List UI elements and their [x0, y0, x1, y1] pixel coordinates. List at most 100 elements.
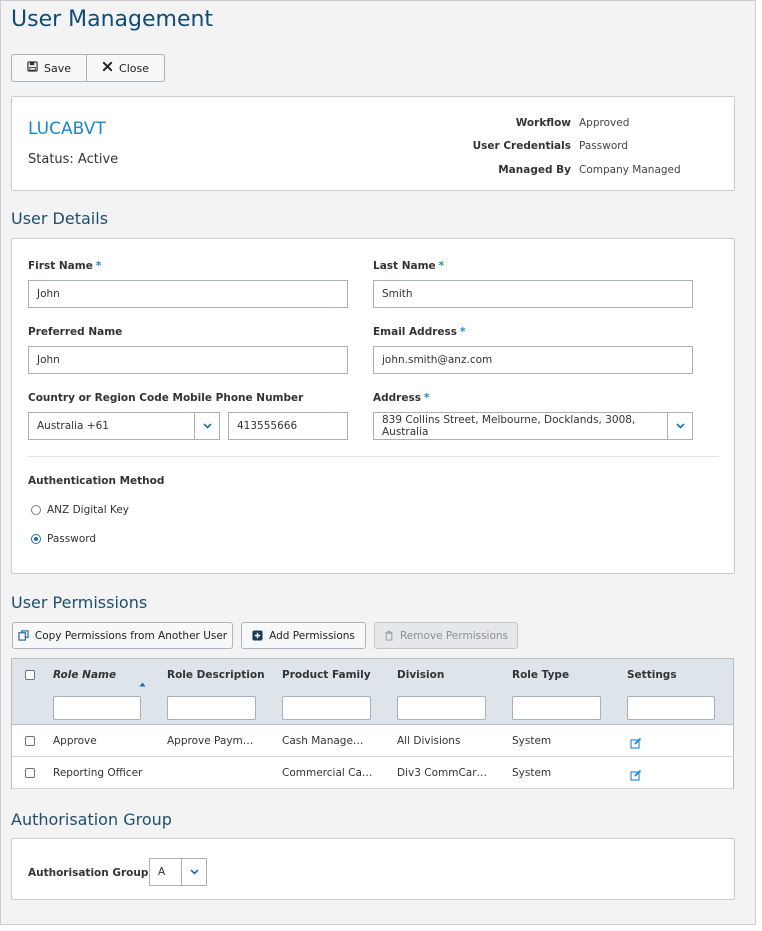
toolbar: Save Close [11, 54, 165, 82]
last-name-label-text: Last Name [373, 260, 436, 272]
cell-role-name: Reporting Officer [53, 767, 143, 779]
filter-role-name[interactable] [53, 696, 141, 720]
page-title: User Management [11, 7, 214, 32]
address-label-text: Address [373, 392, 421, 404]
cell-division: Div3 CommCar… [397, 767, 488, 779]
table-row[interactable]: Approve Approve Paym… Cash Manage… All D… [12, 725, 733, 757]
meta-user-credentials: User Credentials Password [394, 140, 714, 152]
row-checkbox[interactable] [25, 736, 35, 746]
radio-button[interactable] [31, 505, 41, 515]
auth-option-label: Password [47, 533, 97, 545]
required-marker: * [438, 260, 445, 272]
address-value: 839 Collins Street, Melbourne, Docklands… [382, 414, 636, 438]
last-name-label: Last Name * [373, 260, 444, 272]
chevron-down-icon [189, 869, 199, 875]
chevron-down-icon [202, 423, 212, 429]
email-label: Email Address * [373, 326, 466, 338]
authorisation-group-title: Authorisation Group [11, 810, 172, 829]
edit-icon[interactable] [630, 734, 642, 753]
auth-option-anz-digital-key[interactable]: ANZ Digital Key [31, 504, 129, 516]
column-header-product-family[interactable]: Product Family [282, 669, 371, 681]
authorisation-group-value: A [158, 866, 166, 878]
cell-role-type: System [512, 767, 552, 779]
user-id: LUCABVT [28, 119, 106, 139]
meta-value: Approved [579, 117, 630, 129]
first-name-label-text: First Name [28, 260, 93, 272]
cell-product-family: Cash Manage… [282, 735, 364, 747]
country-code-select[interactable]: Australia +61 [28, 412, 220, 440]
save-button[interactable]: Save [12, 55, 86, 81]
required-marker: * [460, 326, 466, 338]
permissions-grid: Role Name Role Description Product Famil… [11, 658, 734, 789]
filter-role-description[interactable] [167, 696, 256, 720]
first-name-field[interactable]: John [28, 280, 348, 308]
auth-option-password[interactable]: Password [31, 533, 96, 545]
authorisation-group-dropdown-button[interactable] [181, 859, 206, 885]
authorisation-group-select[interactable]: A [149, 858, 207, 886]
page: User Management Save Close LUCABVT Statu… [0, 0, 756, 925]
save-icon [27, 61, 38, 75]
cell-role-description: Approve Paym… [167, 735, 254, 747]
details-divider [28, 456, 718, 457]
filter-product-family[interactable] [282, 696, 371, 720]
user-status: Status: Active [28, 152, 119, 167]
filter-settings[interactable] [627, 696, 715, 720]
meta-value: Company Managed [579, 164, 681, 176]
radio-button-selected[interactable] [31, 534, 41, 544]
copy-permissions-label: Copy Permissions from Another User [34, 629, 228, 642]
meta-value: Password [579, 140, 629, 152]
preferred-name-label: Preferred Name [28, 326, 123, 338]
remove-permissions-button[interactable]: Remove Permissions [374, 622, 518, 649]
address-select[interactable]: 839 Collins Street, Melbourne, Docklands… [373, 412, 693, 440]
user-summary-card: LUCABVT Status: Active Workflow Approved… [11, 96, 735, 191]
required-marker: * [423, 392, 430, 404]
add-permissions-label: Add Permissions [269, 629, 355, 642]
column-header-role-type[interactable]: Role Type [512, 669, 569, 681]
email-label-text: Email Address [373, 326, 458, 338]
auth-method-label: Authentication Method [28, 475, 165, 487]
select-all-checkbox[interactable] [25, 670, 35, 680]
column-header-division[interactable]: Division [397, 669, 444, 681]
sort-ascending-icon[interactable] [139, 672, 146, 691]
save-button-label: Save [44, 61, 72, 75]
plus-square-icon [252, 630, 263, 641]
column-header-role-name[interactable]: Role Name [53, 669, 116, 681]
cell-division: All Divisions [397, 735, 461, 747]
meta-workflow: Workflow Approved [394, 117, 714, 129]
user-details-title: User Details [11, 209, 109, 228]
remove-permissions-label: Remove Permissions [399, 629, 509, 642]
last-name-field[interactable]: Smith [373, 280, 693, 308]
user-details-card: First Name * John Last Name * Smith Prefer… [11, 238, 735, 574]
column-header-role-description[interactable]: Role Description [167, 669, 265, 681]
first-name-label: First Name * [28, 260, 101, 272]
address-dropdown-button[interactable] [667, 413, 692, 439]
close-button[interactable]: Close [86, 55, 164, 81]
preferred-name-field[interactable]: John [28, 346, 348, 374]
filter-role-type[interactable] [512, 696, 601, 720]
country-code-value: Australia +61 [37, 420, 109, 432]
email-field[interactable]: john.smith@anz.com [373, 346, 693, 374]
filter-division[interactable] [397, 696, 486, 720]
auth-option-label: ANZ Digital Key [47, 504, 129, 516]
close-icon [102, 61, 113, 75]
address-label: Address * [373, 392, 429, 404]
meta-label: User Credentials [472, 140, 571, 152]
meta-managed-by: Managed By Company Managed [394, 164, 714, 176]
row-checkbox[interactable] [25, 768, 35, 778]
chevron-down-icon [675, 423, 685, 429]
edit-icon[interactable] [630, 766, 642, 785]
cell-role-type: System [512, 735, 552, 747]
table-row[interactable]: Reporting Officer Commercial Ca… Div3 Co… [12, 757, 733, 789]
meta-label: Managed By [498, 164, 571, 176]
copy-permissions-button[interactable]: Copy Permissions from Another User [12, 622, 233, 649]
phone-number-field[interactable]: 413555666 [228, 412, 348, 440]
add-permissions-button[interactable]: Add Permissions [241, 622, 366, 649]
close-button-label: Close [119, 61, 149, 75]
copy-icon [18, 630, 29, 641]
country-code-dropdown-button[interactable] [194, 413, 219, 439]
grid-header: Role Name Role Description Product Famil… [12, 659, 733, 725]
meta-label: Workflow [515, 117, 571, 129]
trash-icon [385, 630, 393, 641]
column-header-settings: Settings [627, 669, 677, 681]
cell-role-name: Approve [53, 735, 97, 747]
